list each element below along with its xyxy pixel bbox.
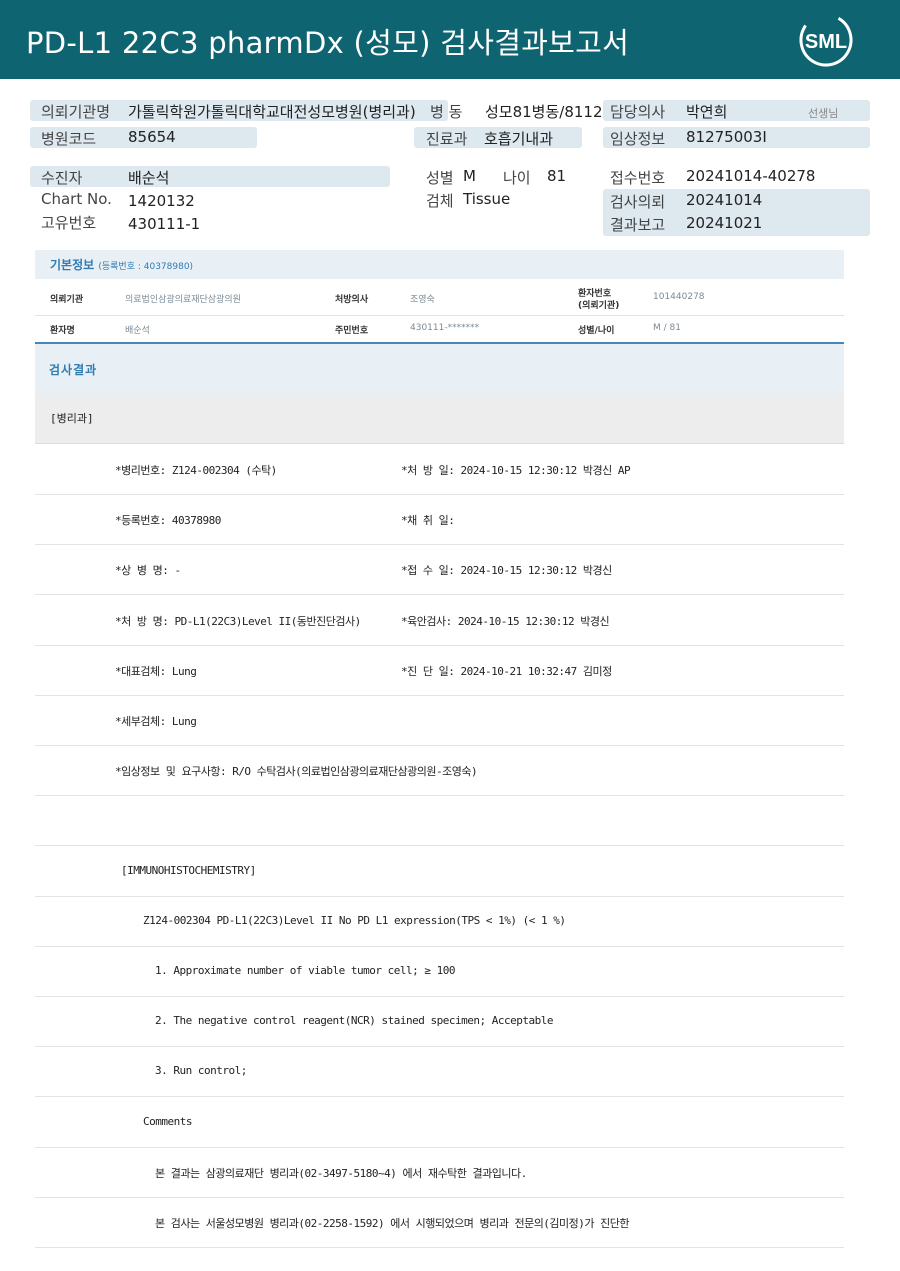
hosp-code-value: 85654	[128, 128, 176, 146]
result-row-left-text: *병리번호: Z124-002304 (수탁)	[115, 464, 277, 477]
result-row: *처 방 명: PD-L1(22C3)Level II(동반진단검사) *육안검사…	[35, 596, 844, 646]
request-label: 검사의뢰	[610, 193, 666, 211]
report-label: 결과보고	[610, 216, 666, 234]
result-row-left-text: Comments	[143, 1114, 192, 1128]
chart-no-value: 1420132	[128, 192, 195, 210]
doctor-value: 박연희	[686, 103, 728, 121]
basic-info-label: 기본정보	[50, 258, 95, 272]
basic-info-row-2: 환자명 배순석 주민번호 430111-******* 성별/나이 M / 81	[35, 316, 844, 342]
age-label: 나이	[503, 169, 531, 187]
patient-value: 배순석	[128, 169, 170, 187]
result-row-left-text: [IMMUNOHISTOCHEMISTRY]	[121, 863, 256, 877]
result-row: 1. Approximate number of viable tumor ce…	[35, 947, 844, 997]
rrn-val: 430111-*******	[410, 323, 480, 333]
age-value: 81	[547, 167, 567, 185]
result-row: *세부검체: Lung	[35, 696, 844, 746]
basic-info-header: 기본정보 (등록번호 : 40378980)	[35, 250, 844, 279]
sexage-val: M / 81	[653, 323, 681, 333]
result-row-right-text: *채 취 일:	[401, 514, 455, 528]
clinical-label: 임상정보	[610, 130, 666, 148]
result-row-left-text: 1. Approximate number of viable tumor ce…	[155, 964, 456, 977]
specimen-label: 검체	[426, 192, 454, 210]
result-row: 2. The negative control reagent(NCR) sta…	[35, 997, 844, 1048]
report-header: PD-L1 22C3 pharmDx (성모) 검사결과보고서 SML	[0, 0, 900, 79]
pid-key-2: (의뢰기관)	[578, 301, 620, 311]
inst-value: 가톨릭학원가톨릭대학교대전성모병원(병리과)	[128, 103, 416, 121]
result-row: *등록번호: 40378980 *채 취 일:	[35, 495, 844, 546]
hosp-code-label: 병원코드	[41, 130, 97, 148]
inst-label: 의뢰기관명	[41, 103, 111, 121]
result-row-left-text: 2. The negative control reagent(NCR) sta…	[155, 1014, 553, 1028]
sex-value: M	[463, 167, 476, 185]
result-row: *대표검체: Lung *진 단 일: 2024-10-21 10:32:47 김…	[35, 646, 844, 696]
result-row-left-text: 3. Run control;	[155, 1064, 247, 1078]
inst-val: 의료법인삼광의료재단삼광의원	[125, 295, 241, 305]
uid-value: 430111-1	[128, 215, 201, 233]
result-row: *상 병 명: - *접 수 일: 2024-10-15 12:30:12 박경신	[35, 545, 844, 596]
result-row-left-text: Z124-002304 PD-L1(22C3)Level II No PD L1…	[143, 913, 566, 927]
patient-label: 수진자	[41, 169, 83, 187]
rrn-key: 주민번호	[335, 326, 369, 336]
specimen-value: Tissue	[463, 190, 511, 208]
results-header: 검사결과	[35, 342, 844, 393]
doctor-label: 담당의사	[610, 103, 666, 121]
basic-info-title: 기본정보 (등록번호 : 40378980)	[50, 256, 193, 273]
result-row-right-text: *처 방 일: 2024-10-15 12:30:12 박경신 AP	[401, 464, 631, 477]
result-row-left-text: *세부검체: Lung	[115, 715, 197, 728]
result-row-left-text: *대표검체: Lung	[115, 664, 197, 678]
reg-no: (등록번호 : 40378980)	[98, 262, 194, 272]
dept-label: 진료과	[426, 130, 468, 148]
clinical-value: 81275003I	[686, 128, 767, 146]
pathology-dept-label: [병리과]	[50, 412, 94, 425]
results-title: 검사결과	[49, 363, 98, 377]
result-row: 본 검사는 서울성모병원 병리과(02-2258-1592) 에서 시행되었으며…	[35, 1198, 844, 1248]
result-row-right-text: *진 단 일: 2024-10-21 10:32:47 김미정	[401, 664, 612, 678]
receipt-value: 20241014-40278	[686, 167, 816, 185]
sml-logo-icon: SML	[799, 13, 853, 67]
result-row-left-text: 본 검사는 서울성모병원 병리과(02-2258-1592) 에서 시행되었으며…	[155, 1217, 630, 1230]
result-row-left-text: *상 병 명: -	[115, 564, 181, 578]
receipt-label: 접수번호	[610, 169, 666, 187]
result-row	[35, 796, 844, 847]
report-value: 20241021	[686, 214, 763, 232]
doc-val: 조영숙	[410, 295, 435, 305]
result-row: Z124-002304 PD-L1(22C3)Level II No PD L1…	[35, 897, 844, 947]
report-title: PD-L1 22C3 pharmDx (성모) 검사결과보고서	[26, 26, 630, 60]
result-row: 본 결과는 삼광의료재단 병리과(02-3497-5180~4) 에서 재수탁한…	[35, 1148, 844, 1198]
result-row-right-text: *육안검사: 2024-10-15 12:30:12 박경신	[401, 614, 610, 628]
pathology-dept-row: [병리과]	[35, 393, 844, 444]
ward-value: 성모81병동/8112	[485, 103, 603, 121]
result-row-left-text: *처 방 명: PD-L1(22C3)Level II(동반진단검사)	[115, 614, 361, 628]
result-row-left-text: *임상정보 및 요구사항: R/O 수탁검사(의료법인삼광의료재단삼광의원-조영…	[115, 765, 478, 779]
name-val: 배순석	[125, 326, 150, 336]
uid-label: 고유번호	[41, 214, 97, 232]
result-row: *병리번호: Z124-002304 (수탁) *처 방 일: 2024-10-1…	[35, 445, 844, 495]
dept-value: 호흡기내과	[484, 130, 554, 148]
result-row-left-text: 본 결과는 삼광의료재단 병리과(02-3497-5180~4) 에서 재수탁한…	[155, 1166, 527, 1180]
doctor-suffix: 선생님	[808, 107, 839, 120]
patient-label-bg	[30, 166, 390, 187]
request-value: 20241014	[686, 191, 763, 209]
sexage-key: 성별/나이	[578, 326, 615, 336]
result-row-left-text: *등록번호: 40378980	[115, 514, 221, 528]
result-row: *임상정보 및 요구사항: R/O 수탁검사(의료법인삼광의료재단삼광의원-조영…	[35, 746, 844, 797]
inst-key: 의뢰기관	[50, 295, 84, 305]
report-panel: 기본정보 (등록번호 : 40378980) 의뢰기관 의료법인삼광의료재단삼광…	[35, 250, 844, 1250]
svg-text:SML: SML	[805, 31, 847, 53]
pid-val: 101440278	[653, 292, 705, 302]
result-row: [IMMUNOHISTOCHEMISTRY]	[35, 847, 844, 897]
ward-label: 병 동	[430, 103, 463, 121]
name-key: 환자명	[50, 326, 75, 336]
sex-label: 성별	[426, 169, 454, 187]
result-row: Comments	[35, 1098, 844, 1148]
basic-info-row-1: 의뢰기관 의료법인삼광의료재단삼광의원 처방의사 조영숙 환자번호 (의뢰기관)…	[35, 279, 844, 316]
result-row: 3. Run control;	[35, 1047, 844, 1098]
result-row-right-text: *접 수 일: 2024-10-15 12:30:12 박경신	[401, 564, 612, 578]
chart-no-label: Chart No.	[41, 190, 112, 208]
doc-key: 처방의사	[335, 295, 369, 305]
